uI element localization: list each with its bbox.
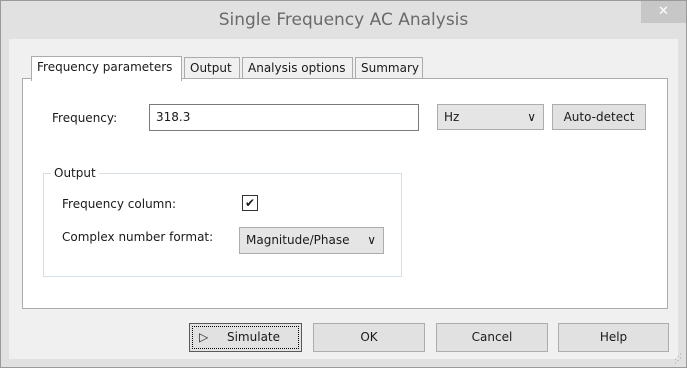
complex-format-select[interactable]: Magnitude/Phase ∨: [239, 227, 384, 254]
output-groupbox: [43, 173, 402, 277]
play-icon: ▷: [199, 330, 209, 344]
tab-label: Summary: [361, 61, 419, 75]
frequency-column-label: Frequency column:: [62, 197, 177, 211]
window-title: Single Frequency AC Analysis: [218, 10, 469, 30]
frequency-value: 318.3: [156, 110, 191, 124]
frequency-input[interactable]: 318.3: [149, 104, 419, 131]
tab-analysis-options[interactable]: Analysis options: [242, 57, 353, 79]
tab-summary[interactable]: Summary: [355, 57, 423, 79]
checkmark-icon: ✔: [244, 196, 256, 210]
frequency-unit-value: Hz: [444, 110, 460, 124]
tab-label: Analysis options: [248, 61, 346, 75]
tab-label: Output: [190, 61, 232, 75]
close-icon: ✕: [658, 4, 669, 19]
cancel-button[interactable]: Cancel: [436, 323, 548, 352]
dropdown-arrow-icon: ∨: [527, 110, 536, 124]
complex-format-value: Magnitude/Phase: [246, 233, 350, 247]
help-button[interactable]: Help: [558, 323, 669, 352]
complex-format-label: Complex number format:: [62, 230, 214, 244]
close-button[interactable]: ✕: [641, 1, 686, 23]
ok-button[interactable]: OK: [313, 323, 425, 352]
title-bar[interactable]: Single Frequency AC Analysis ✕: [1, 1, 686, 39]
tab-frequency-parameters[interactable]: Frequency parameters: [31, 56, 182, 81]
resize-grip-icon[interactable]: ⋰ ⋰: [674, 353, 684, 365]
tab-output[interactable]: Output: [184, 57, 240, 79]
auto-detect-button[interactable]: Auto-detect: [552, 104, 646, 130]
simulate-label: Simulate: [226, 330, 281, 344]
frequency-unit-select[interactable]: Hz ∨: [437, 104, 544, 130]
dropdown-arrow-icon: ∨: [367, 233, 376, 247]
frequency-label: Frequency:: [52, 111, 118, 125]
output-group-title: Output: [51, 166, 99, 180]
frequency-column-checkbox[interactable]: ✔: [242, 195, 258, 211]
simulate-button[interactable]: ▷ Simulate: [189, 323, 302, 352]
tab-label: Frequency parameters: [37, 60, 173, 74]
